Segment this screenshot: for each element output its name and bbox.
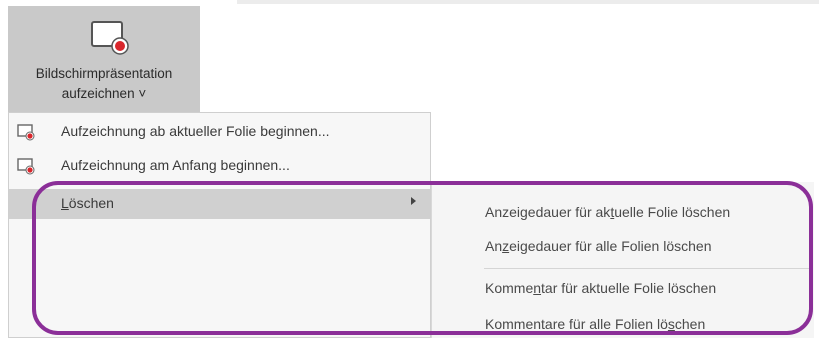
- submenu-arrow-icon: [411, 197, 416, 205]
- label-part: eigedauer für alle Folien löschen: [509, 238, 712, 254]
- submenu-item-clear-narration-current[interactable]: Kommentar für aktuelle Folie löschen: [432, 270, 815, 306]
- submenu-item-clear-narration-all[interactable]: Kommentare für alle Folien löschen: [432, 306, 815, 338]
- clear-submenu: Anzeigedauer für aktuelle Folie löschen …: [431, 182, 814, 338]
- submenu-item-label: Anzeigedauer für alle Folien löschen: [485, 238, 711, 254]
- submenu-item-clear-timing-all[interactable]: Anzeigedauer für alle Folien löschen: [432, 228, 815, 264]
- label-part: Kommentare für alle Folien lö: [485, 316, 668, 332]
- menu-item-record-from-current[interactable]: Aufzeichnung ab aktueller Folie beginnen…: [9, 117, 430, 147]
- submenu-item-label: Kommentare für alle Folien löschen: [485, 316, 705, 332]
- submenu-separator: [484, 268, 810, 269]
- menu-item-label-rest: öschen: [68, 195, 114, 211]
- accesskey: s: [667, 316, 675, 332]
- record-slide-show-icon: [91, 21, 129, 55]
- menu-item-label: Löschen: [61, 195, 114, 211]
- label-part: uelle Folie löschen: [614, 204, 731, 220]
- label-part: chen: [674, 316, 706, 332]
- menu-item-label: Aufzeichnung am Anfang beginnen...: [61, 157, 290, 173]
- accesskey: n: [533, 280, 542, 296]
- menu-item-record-from-beginning[interactable]: Aufzeichnung am Anfang beginnen...: [9, 151, 430, 181]
- menu-item-label: Aufzeichnung ab aktueller Folie beginnen…: [61, 123, 330, 139]
- record-dropdown-menu: Aufzeichnung ab aktueller Folie beginnen…: [8, 112, 431, 338]
- submenu-item-clear-timing-current[interactable]: Anzeigedauer für aktuelle Folie löschen: [432, 194, 815, 230]
- label-part: An: [485, 238, 503, 254]
- powerpoint-ribbon-screenshot: Bildschirmpräsentation aufzeichnen ˅ Auf…: [0, 0, 819, 338]
- label-part: Komme: [485, 280, 534, 296]
- submenu-item-label: Anzeigedauer für aktuelle Folie löschen: [485, 204, 730, 220]
- record-slide-icon: [17, 124, 35, 141]
- accesskey-l: L: [61, 195, 69, 211]
- submenu-item-label: Kommentar für aktuelle Folie löschen: [485, 280, 716, 296]
- record-slide-icon: [17, 158, 35, 175]
- record-button-label-line2: aufzeichnen ˅: [61, 86, 147, 101]
- label-part: Anzeigedauer für ak: [485, 204, 611, 220]
- label-part: tar für aktuelle Folie löschen: [541, 280, 717, 296]
- ribbon-top-strip: [237, 0, 819, 4]
- record-slide-show-button[interactable]: Bildschirmpräsentation aufzeichnen ˅: [8, 6, 200, 112]
- record-button-label-line1: Bildschirmpräsentation: [35, 66, 173, 81]
- menu-item-clear[interactable]: Löschen: [9, 189, 430, 219]
